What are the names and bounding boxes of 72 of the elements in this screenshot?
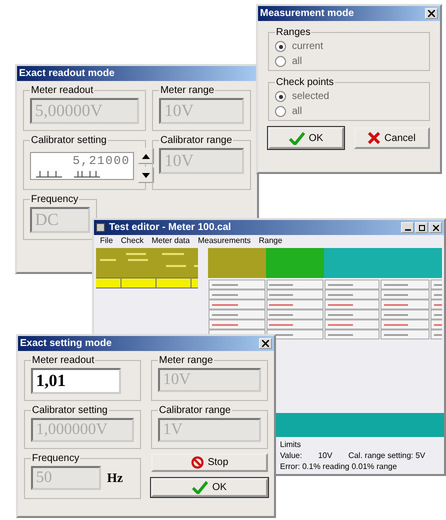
- group-label: Check points: [275, 77, 335, 88]
- menu-item[interactable]: File: [100, 236, 113, 245]
- close-button[interactable]: [425, 8, 438, 19]
- readonly-field: 1,000000V: [31, 418, 134, 442]
- menu-item[interactable]: Meter data: [152, 236, 190, 245]
- close-icon: [262, 340, 269, 347]
- radio-option[interactable]: all: [275, 56, 423, 67]
- radio-button[interactable]: [275, 56, 286, 67]
- radio-button[interactable]: [275, 41, 286, 52]
- field-value: 5,21000: [72, 154, 130, 168]
- status-text: 10V: [318, 451, 332, 460]
- ok-button[interactable]: OK: [268, 127, 344, 149]
- group-label: Meter readout: [30, 85, 94, 96]
- check-icon: [192, 481, 208, 494]
- cross-icon: [368, 132, 380, 144]
- readonly-field: DC: [30, 207, 90, 233]
- up-arrow-icon: [142, 154, 150, 158]
- window-title: Measurement mode: [260, 8, 354, 19]
- group-label: Calibrator setting: [30, 135, 108, 146]
- readonly-field: 50: [31, 466, 101, 490]
- radio-button[interactable]: [275, 91, 286, 102]
- maximize-button[interactable]: [415, 222, 428, 233]
- down-arrow-icon: [142, 172, 150, 178]
- menu-item[interactable]: Check: [120, 236, 144, 245]
- radio-label: selected: [292, 91, 330, 102]
- readonly-field: 1V: [158, 418, 261, 442]
- group-label: Calibrator range: [159, 135, 234, 146]
- window-title: Test editor - Meter 100.cal: [109, 222, 232, 233]
- status-text: Value:: [280, 451, 302, 460]
- minimize-button[interactable]: [401, 222, 414, 233]
- readonly-field: 10V: [158, 368, 261, 392]
- group-label: Meter range: [158, 355, 214, 366]
- radio-label: all: [292, 56, 302, 67]
- group-label: Calibrator setting: [31, 405, 109, 416]
- app-icon: [96, 223, 105, 232]
- menu-item[interactable]: Range: [258, 236, 282, 245]
- close-button[interactable]: [259, 338, 272, 349]
- input-field[interactable]: 1,01: [31, 368, 121, 394]
- status-text: Cal. range setting: 5V: [348, 451, 426, 460]
- close-icon: [432, 224, 438, 230]
- close-icon: [428, 10, 435, 17]
- group-label: Frequency: [30, 194, 80, 205]
- spin-down-button[interactable]: [138, 167, 154, 183]
- radio-option[interactable]: current: [275, 41, 423, 52]
- menu-item[interactable]: Measurements: [198, 236, 251, 245]
- group-label: Calibrator range: [158, 405, 232, 416]
- cancel-button[interactable]: Cancel: [354, 127, 430, 149]
- stop-button[interactable]: Stop: [151, 453, 268, 472]
- group-label: Meter readout: [31, 355, 96, 366]
- status-text: Error: 0.1% reading 0.01% range: [280, 462, 398, 471]
- input-field[interactable]: 5,21000: [30, 152, 134, 180]
- readonly-field: 10V: [159, 148, 244, 174]
- close-button[interactable]: [429, 222, 442, 233]
- radio-label: all: [292, 106, 302, 117]
- ok-button[interactable]: OK: [151, 478, 268, 497]
- radio-option[interactable]: selected: [275, 91, 423, 102]
- no-entry-icon: [190, 456, 204, 469]
- group-label: Frequency: [31, 453, 80, 464]
- spin-up-button[interactable]: [138, 148, 154, 164]
- radio-option[interactable]: all: [275, 106, 423, 117]
- unit-label: Hz: [107, 470, 123, 486]
- radio-label: current: [292, 41, 324, 52]
- check-icon: [288, 132, 305, 144]
- window-title: Exact setting mode: [20, 338, 112, 349]
- maximize-icon: [418, 224, 424, 230]
- radio-button[interactable]: [275, 106, 286, 117]
- status-heading: Limits: [280, 440, 302, 449]
- group-label: Ranges: [275, 27, 312, 38]
- readonly-field: 10V: [159, 98, 244, 124]
- readonly-field: 5,00000V: [30, 98, 140, 124]
- window-title: Exact readout mode: [19, 68, 115, 79]
- group-label: Meter range: [159, 85, 216, 96]
